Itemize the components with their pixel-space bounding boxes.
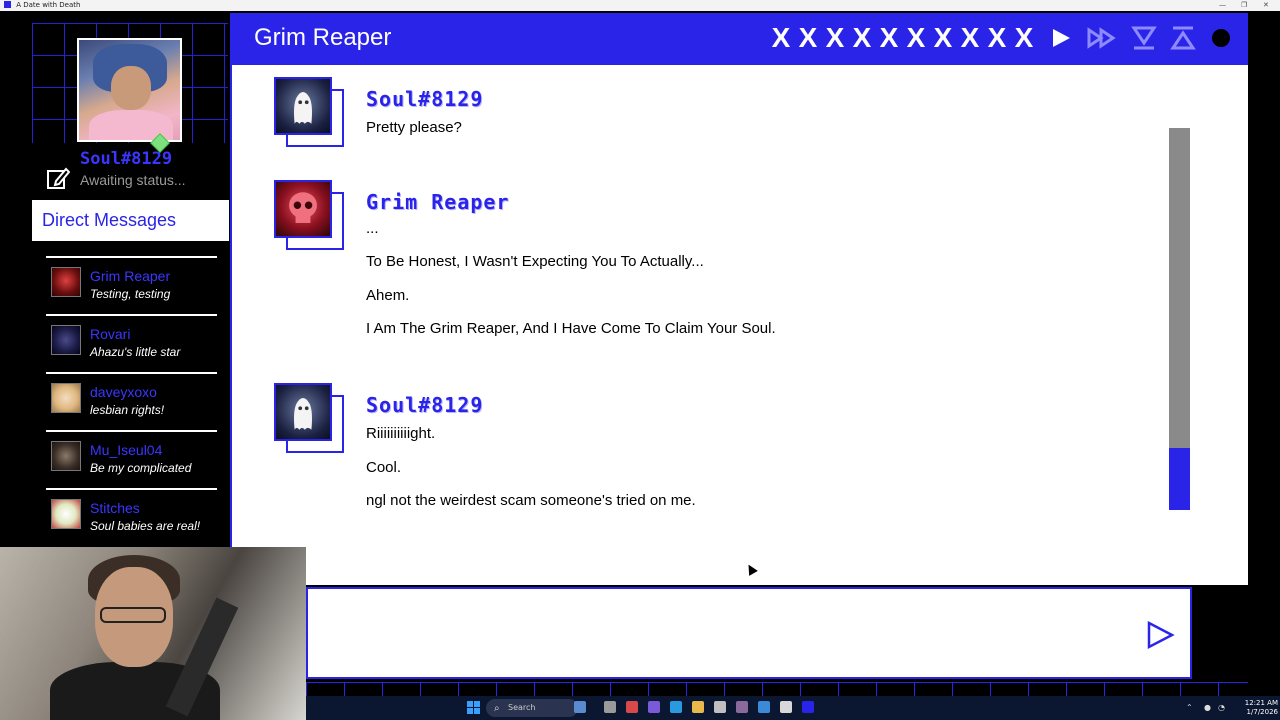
edit-status-icon[interactable] <box>46 167 70 191</box>
windows-start-icon[interactable] <box>467 701 480 714</box>
chat-header: Grim Reaper X X X X X X X X X X <box>230 13 1248 65</box>
dm-item-name: Rovari <box>90 326 131 342</box>
widgets-icon[interactable] <box>574 701 586 713</box>
message-line: Ahem. <box>366 287 410 304</box>
taskbar-time: 12:21 AM <box>1244 699 1278 707</box>
taskbar-search-label: Search <box>508 703 536 712</box>
minimize-icon[interactable]: — <box>1219 0 1226 11</box>
dm-list: Grim Reaper Testing, testing Rovari Ahaz… <box>46 256 217 546</box>
task-view-icon[interactable] <box>604 701 616 713</box>
skip-down-icon[interactable] <box>1131 25 1157 51</box>
message-composer <box>306 585 1248 682</box>
profile-avatar[interactable] <box>77 38 182 142</box>
message-author: Soul#8129 <box>366 393 484 417</box>
scrollbar-thumb[interactable] <box>1169 448 1190 510</box>
app-icon-blue[interactable] <box>758 701 770 713</box>
dm-item-name: daveyxoxo <box>90 384 157 400</box>
x-button[interactable]: X <box>959 22 981 54</box>
skull-icon <box>274 180 332 238</box>
x-button[interactable]: X <box>770 22 792 54</box>
dm-item-status: Be my complicated <box>90 461 192 475</box>
x-button[interactable]: X <box>797 22 819 54</box>
message-input[interactable] <box>306 587 1192 679</box>
game-app-icon[interactable] <box>802 701 814 713</box>
tray-chevron-icon[interactable]: ⌃ <box>1186 703 1193 712</box>
message-line: Cool. <box>366 459 402 476</box>
send-icon[interactable] <box>1144 619 1176 651</box>
window-title-bar: A Date with Death — ❐ ✕ <box>0 0 1280 11</box>
message-author: Grim Reaper <box>366 190 510 214</box>
dm-item-mu-iseul04[interactable]: Mu_Iseul04 Be my complicated <box>46 430 217 488</box>
message-line: I Am The Grim Reaper, And I Have Come To… <box>366 320 776 337</box>
record-icon[interactable] <box>1208 25 1234 51</box>
dm-item-name: Stitches <box>90 500 140 516</box>
x-button[interactable]: X <box>851 22 873 54</box>
close-icon[interactable]: ✕ <box>1263 0 1269 11</box>
app-icon <box>4 1 11 8</box>
dm-item-rovari[interactable]: Rovari Ahazu's little star <box>46 314 217 372</box>
ghost-icon <box>274 383 332 441</box>
message-line: To Be Honest, I Wasn't Expecting You To … <box>366 253 704 270</box>
ghost-icon <box>274 77 332 135</box>
rovari-avatar <box>51 325 81 355</box>
x-button[interactable]: X <box>905 22 927 54</box>
taskbar-search[interactable]: ⌕ Search <box>486 699 578 717</box>
daveyxoxo-avatar <box>51 383 81 413</box>
dm-item-status: Testing, testing <box>90 287 171 301</box>
grim-reaper-avatar <box>51 267 81 297</box>
dm-item-status: Ahazu's little star <box>90 345 181 359</box>
webcam-overlay <box>0 547 306 720</box>
x-button[interactable]: X <box>932 22 954 54</box>
dm-item-name: Mu_Iseul04 <box>90 442 163 458</box>
message-line: Riiiiiiiiiight. <box>366 425 436 442</box>
wifi-icon[interactable]: ◔ <box>1218 703 1225 712</box>
mu-iseul04-avatar <box>51 441 81 471</box>
dm-item-stitches[interactable]: Stitches Soul babies are real! <box>46 488 217 546</box>
window-title: A Date with Death <box>16 1 81 9</box>
chat-messages: Soul#8129 Pretty please? Grim Reaper ...… <box>230 65 1248 585</box>
stitches-avatar <box>51 499 81 529</box>
play-icon[interactable] <box>1048 25 1074 51</box>
taskbar-clock[interactable]: 12:21 AM 1/7/2026 <box>1236 699 1278 717</box>
direct-messages-header: Direct Messages <box>32 200 229 241</box>
dm-item-status: Soul babies are real! <box>90 519 201 533</box>
sidebar: Soul#8129 Awaiting status... Direct Mess… <box>0 11 230 547</box>
x-button[interactable]: X <box>1013 22 1035 54</box>
profile-status[interactable]: Awaiting status... <box>80 172 186 188</box>
taskbar-date: 1/7/2026 <box>1246 708 1278 716</box>
restore-icon[interactable]: ❐ <box>1241 0 1247 11</box>
message-author: Soul#8129 <box>366 87 484 111</box>
fast-forward-icon[interactable] <box>1086 25 1118 51</box>
taskbar: ⌕ Search ⌃ ● ◔ 12:21 AM 1/7/2026 <box>306 696 1280 720</box>
chat-title: Grim Reaper <box>254 24 392 51</box>
mic-tray-icon[interactable]: ● <box>1204 703 1211 712</box>
x-button[interactable]: X <box>824 22 846 54</box>
dm-item-grim-reaper[interactable]: Grim Reaper Testing, testing <box>46 256 217 314</box>
search-icon: ⌕ <box>494 703 500 714</box>
message-line: ngl not the weirdest scam someone's trie… <box>366 492 696 509</box>
x-button[interactable]: X <box>878 22 900 54</box>
message-line: Pretty please? <box>366 119 462 136</box>
dm-item-status: lesbian rights! <box>90 403 165 417</box>
message-line: ... <box>366 220 379 237</box>
dm-item-daveyxoxo[interactable]: daveyxoxo lesbian rights! <box>46 372 217 430</box>
header-x-buttons: X X X X X X X X X X <box>770 22 1035 54</box>
skip-up-icon[interactable] <box>1170 25 1196 51</box>
app-icon-purple[interactable] <box>648 701 660 713</box>
store-icon[interactable] <box>714 701 726 713</box>
app-icon-red[interactable] <box>626 701 638 713</box>
app-icon-gray[interactable] <box>736 701 748 713</box>
x-button[interactable]: X <box>986 22 1008 54</box>
file-explorer-icon[interactable] <box>692 701 704 713</box>
app-icon-white[interactable] <box>780 701 792 713</box>
edge-icon[interactable] <box>670 701 682 713</box>
dm-item-name: Grim Reaper <box>90 268 171 284</box>
bottom-grid-decoration <box>306 682 1248 696</box>
